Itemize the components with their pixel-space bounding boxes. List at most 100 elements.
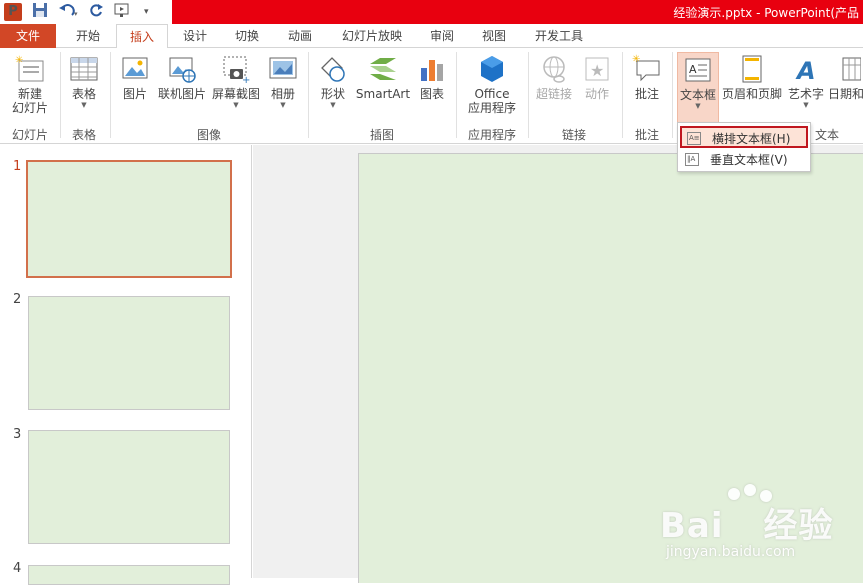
window-title: 经验演示.pptx - PowerPoint(产品 bbox=[673, 6, 859, 20]
tab-slideshow[interactable]: 幻灯片放映 bbox=[332, 24, 412, 48]
wordart-icon: A bbox=[791, 54, 821, 85]
shapes-icon bbox=[318, 54, 348, 84]
slide-number: 2 bbox=[13, 292, 22, 307]
svg-text:★: ★ bbox=[590, 61, 604, 80]
svg-text:✳: ✳ bbox=[15, 55, 23, 66]
undo-icon[interactable]: ▾ bbox=[58, 2, 78, 22]
separator bbox=[528, 52, 529, 138]
watermark-url: jingyan.baidu.com bbox=[666, 544, 796, 560]
datetime-button[interactable]: 日期和 bbox=[828, 54, 863, 101]
header-footer-icon bbox=[737, 54, 767, 84]
group-illustrations-label: 插图 bbox=[369, 128, 394, 142]
hyperlink-label: 超链接 bbox=[535, 87, 572, 101]
new-slide-label-1: 新建 bbox=[17, 87, 42, 101]
header-footer-button[interactable]: 页眉和页脚 bbox=[721, 54, 783, 101]
tab-view[interactable]: 视图 bbox=[472, 24, 516, 48]
ribbon-tabs: 文件 开始 插入 设计 切换 动画 幻灯片放映 审阅 视图 开发工具 bbox=[0, 24, 863, 49]
office-label-2: 应用程序 bbox=[467, 101, 516, 115]
online-picture-button[interactable]: 联机图片 bbox=[156, 54, 208, 101]
table-icon bbox=[69, 54, 99, 84]
slide-thumbnail-1[interactable] bbox=[26, 160, 232, 278]
office-store-icon bbox=[477, 54, 507, 84]
shapes-label: 形状 bbox=[320, 87, 345, 101]
group-comments-label: 批注 bbox=[634, 128, 659, 142]
group-tables-label: 表格 bbox=[71, 128, 96, 142]
photo-album-label: 相册 bbox=[270, 87, 295, 101]
smartart-button[interactable]: SmartArt bbox=[354, 54, 412, 101]
svg-text:A: A bbox=[795, 57, 816, 84]
vertical-textbox-label: 垂直文本框(V) bbox=[710, 153, 788, 167]
vertical-textbox-item[interactable]: ‖A 垂直文本框(V) bbox=[680, 149, 808, 171]
group-images-label: 图像 bbox=[196, 128, 221, 142]
table-label: 表格 bbox=[71, 87, 96, 101]
separator bbox=[60, 52, 61, 138]
customize-qat-icon[interactable]: ▾ bbox=[144, 7, 149, 17]
dropdown-arrow-icon: ▼ bbox=[280, 101, 286, 109]
tab-home[interactable]: 开始 bbox=[62, 24, 114, 48]
picture-button[interactable]: 图片 bbox=[116, 54, 154, 101]
watermark-brand: Bai 经验 bbox=[660, 506, 834, 546]
comment-icon: ✳ bbox=[632, 54, 662, 84]
dropdown-arrow-icon: ▼ bbox=[803, 101, 809, 109]
action-button[interactable]: ★ 动作 bbox=[578, 54, 616, 101]
slide-thumbnail-3[interactable] bbox=[28, 430, 230, 544]
comment-label: 批注 bbox=[634, 87, 659, 101]
tab-insert[interactable]: 插入 bbox=[116, 24, 168, 49]
chart-label: 图表 bbox=[419, 87, 444, 101]
vertical-textbox-icon: ‖A bbox=[685, 153, 699, 166]
horizontal-textbox-icon: A≡ bbox=[687, 132, 701, 145]
smartart-label: SmartArt bbox=[355, 87, 411, 101]
picture-label: 图片 bbox=[122, 87, 147, 101]
hyperlink-button[interactable]: 超链接 bbox=[532, 54, 576, 101]
online-picture-icon bbox=[167, 54, 197, 84]
smartart-icon bbox=[368, 54, 398, 84]
photo-album-icon bbox=[268, 54, 298, 84]
group-apps-label: 应用程序 bbox=[467, 128, 516, 142]
dropdown-arrow-icon: ▼ bbox=[81, 101, 87, 109]
shapes-button[interactable]: 形状 ▼ bbox=[314, 54, 352, 109]
tab-transitions[interactable]: 切换 bbox=[222, 24, 272, 48]
save-icon[interactable] bbox=[32, 2, 48, 22]
slide-number: 4 bbox=[13, 561, 22, 576]
tab-animations[interactable]: 动画 bbox=[274, 24, 326, 48]
textbox-label: 文本框 bbox=[679, 88, 716, 102]
svg-text:✳: ✳ bbox=[632, 54, 640, 65]
screenshot-icon: + bbox=[221, 54, 251, 86]
tab-design[interactable]: 设计 bbox=[170, 24, 220, 48]
tab-review[interactable]: 审阅 bbox=[418, 24, 466, 48]
slide-thumbnail-2[interactable] bbox=[28, 296, 230, 410]
comment-button[interactable]: ✳ 批注 bbox=[628, 54, 666, 101]
new-slide-button[interactable]: ✳ 新建 幻灯片 bbox=[4, 54, 56, 115]
table-button[interactable]: 表格 ▼ bbox=[64, 54, 104, 109]
dropdown-arrow-icon: ▼ bbox=[695, 102, 701, 110]
wordart-button[interactable]: A 艺术字 ▼ bbox=[786, 54, 826, 109]
online-picture-label: 联机图片 bbox=[157, 87, 206, 101]
chart-button[interactable]: 图表 bbox=[414, 54, 450, 101]
paw-icon bbox=[744, 484, 756, 496]
redo-icon[interactable] bbox=[88, 2, 104, 22]
powerpoint-logo-icon: P bbox=[4, 3, 22, 21]
new-slide-icon: ✳ bbox=[15, 54, 45, 84]
office-apps-button[interactable]: Office 应用程序 bbox=[460, 54, 524, 115]
group-text-label: 文本 bbox=[814, 128, 839, 142]
photo-album-button[interactable]: 相册 ▼ bbox=[264, 54, 302, 109]
tab-developer[interactable]: 开发工具 bbox=[524, 24, 594, 48]
start-from-beginning-icon[interactable] bbox=[114, 2, 134, 22]
action-label: 动作 bbox=[584, 87, 609, 101]
office-label-1: Office bbox=[474, 87, 510, 101]
horizontal-textbox-label: 横排文本框(H) bbox=[712, 132, 791, 146]
dropdown-arrow-icon: ▼ bbox=[233, 101, 239, 109]
textbox-button[interactable]: A 文本框 ▼ bbox=[677, 52, 719, 124]
tab-file[interactable]: 文件 bbox=[0, 24, 56, 48]
title-bar-red: 经验演示.pptx - PowerPoint(产品 bbox=[172, 0, 863, 24]
action-icon: ★ bbox=[582, 54, 612, 84]
baidu-watermark: Bai 经验 jingyan.baidu.com bbox=[660, 484, 860, 573]
horizontal-textbox-item[interactable]: A≡ 横排文本框(H) bbox=[680, 126, 808, 148]
wordart-label: 艺术字 bbox=[787, 87, 824, 101]
screenshot-button[interactable]: + 屏幕截图 ▼ bbox=[210, 54, 262, 109]
separator bbox=[308, 52, 309, 138]
group-slides-label: 幻灯片 bbox=[11, 128, 48, 142]
hyperlink-icon bbox=[539, 54, 569, 84]
separator bbox=[622, 52, 623, 138]
slide-thumbnail-4[interactable] bbox=[28, 565, 230, 585]
